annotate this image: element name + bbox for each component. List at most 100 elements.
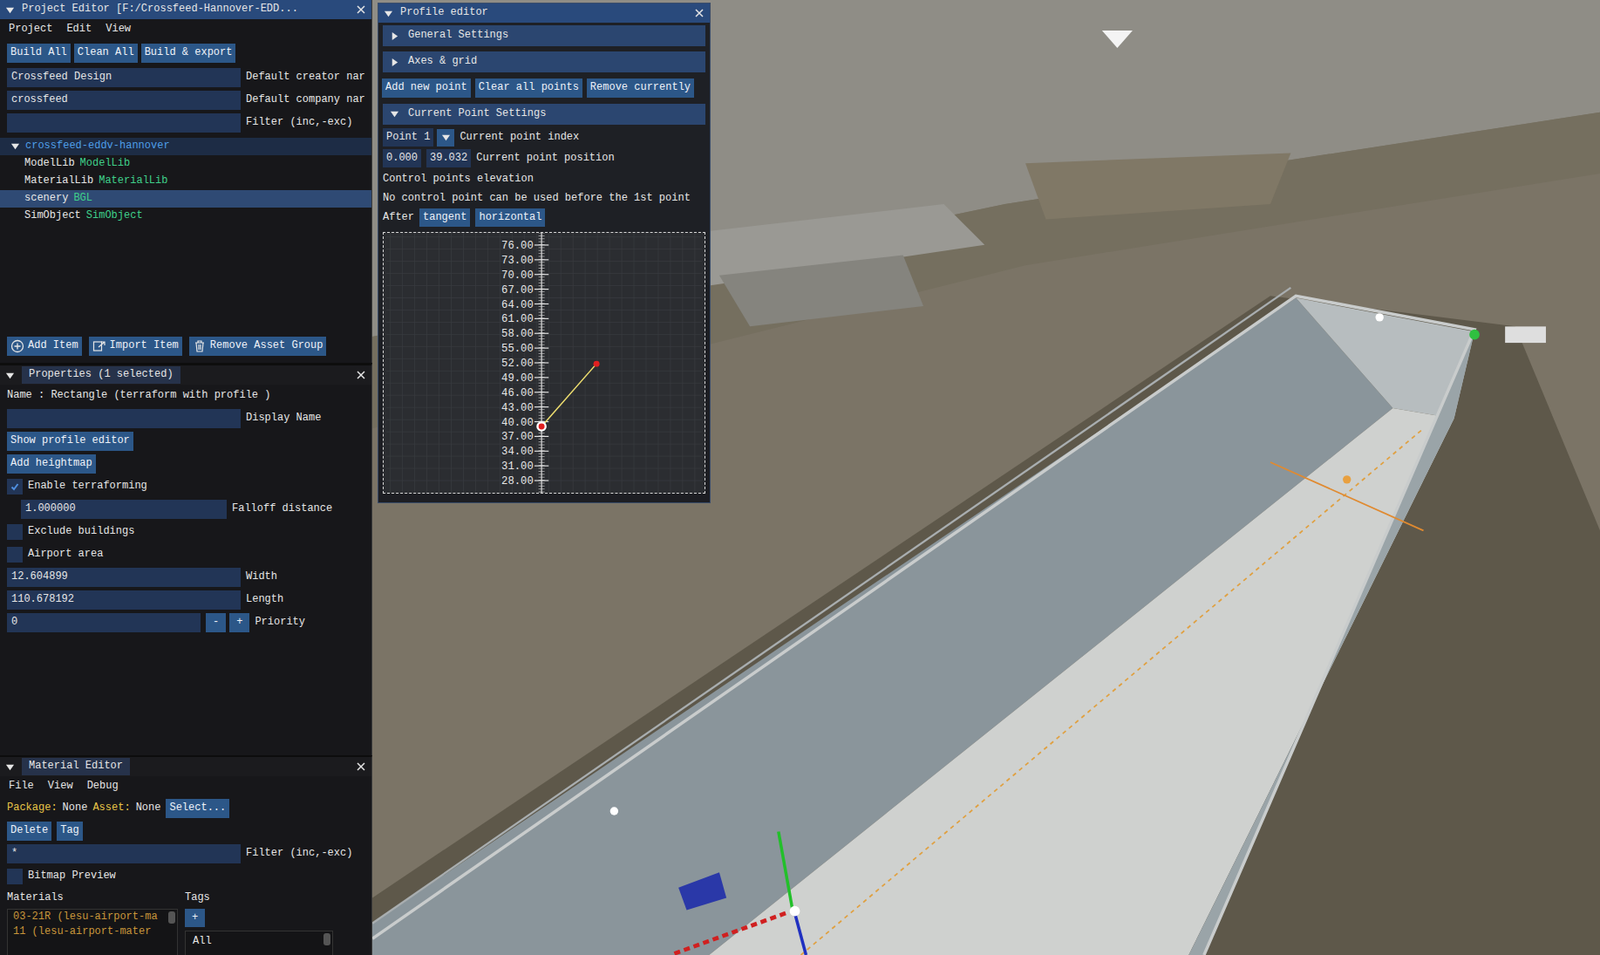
menu-item[interactable]: View xyxy=(47,779,74,794)
asset-action-button[interactable]: Import Item xyxy=(88,336,183,356)
text-field[interactable]: * xyxy=(6,844,241,864)
material-item[interactable]: 11 (lesu-airport-mater xyxy=(7,924,178,940)
grid-line xyxy=(499,232,501,493)
text-field[interactable]: Crossfeed Design xyxy=(6,68,241,88)
tag-item[interactable]: All xyxy=(185,931,333,953)
axis-tick xyxy=(538,326,545,327)
point-action-button[interactable]: Add new point xyxy=(381,78,471,98)
axis-tick xyxy=(538,476,545,477)
profile-editor[interactable]: Profile editorGeneral Settings Axes & gri… xyxy=(377,2,711,504)
grid-line xyxy=(645,232,647,493)
profile-chart[interactable]: 76.0073.0070.0067.0064.0061.0058.0055.00… xyxy=(382,231,706,494)
toolbar-button[interactable]: Build All xyxy=(6,43,71,63)
section-header[interactable]: Axes & grid xyxy=(382,51,706,73)
toolbar-button[interactable]: Build & export xyxy=(141,43,237,63)
asset-action-button[interactable]: Remove Asset Group xyxy=(189,336,327,356)
menu-item[interactable]: View xyxy=(105,22,131,37)
text-field[interactable]: 12.604899 xyxy=(6,567,241,587)
axis-tick xyxy=(538,437,545,439)
axis-major-tick xyxy=(534,244,549,246)
collapse-arrow-icon[interactable] xyxy=(5,5,15,15)
material-editor: Material EditorFileViewDebugPackage:None… xyxy=(0,755,373,955)
scrollbar-thumb[interactable] xyxy=(323,932,331,946)
expand-arrow-icon[interactable] xyxy=(389,57,400,68)
materials-column: Materials03-21R (lesu-airport-ma11 (lesu… xyxy=(6,887,178,955)
select-button[interactable]: Select... xyxy=(165,798,230,818)
menu-item[interactable]: Project xyxy=(8,22,53,37)
point-dropdown[interactable]: Point 1 xyxy=(382,128,455,148)
material-item[interactable]: 03-21R (lesu-airport-ma xyxy=(7,909,178,926)
menu-item[interactable]: Edit xyxy=(66,22,92,37)
expand-arrow-icon[interactable] xyxy=(389,31,400,41)
add-tag-button[interactable]: + xyxy=(184,908,205,928)
point-action-button[interactable]: Clear all points xyxy=(475,78,583,98)
tags-list[interactable]: All xyxy=(184,930,334,955)
tree-item[interactable]: MaterialLibMaterialLib xyxy=(0,172,372,191)
close-icon[interactable] xyxy=(355,4,367,15)
axis-tick xyxy=(538,334,545,336)
button[interactable]: Delete xyxy=(6,821,52,841)
collapse-arrow-icon[interactable] xyxy=(10,141,21,151)
tree-item[interactable]: sceneryBGL xyxy=(0,190,372,208)
collapse-arrow-icon[interactable] xyxy=(5,762,15,772)
asset-type: BGL xyxy=(73,191,93,206)
grid-line xyxy=(386,309,702,311)
position-x-field[interactable]: 0.000 xyxy=(382,149,422,169)
option-button[interactable]: horizontal xyxy=(475,208,545,228)
button[interactable]: Add heightmap xyxy=(6,454,96,474)
option-button[interactable]: tangent xyxy=(419,208,470,228)
point-action-button[interactable]: Remove currently xyxy=(586,78,695,98)
collapse-arrow-icon[interactable] xyxy=(383,8,394,19)
grid-line xyxy=(386,455,702,457)
heading-text: Control points elevation xyxy=(382,172,534,187)
section-header[interactable]: Current Point Settings xyxy=(382,103,706,125)
asset-action-button[interactable]: Add Item xyxy=(6,336,82,356)
tree-item[interactable]: ModelLibModelLib xyxy=(0,155,372,173)
menu-item[interactable]: File xyxy=(8,779,35,794)
control-point[interactable] xyxy=(593,360,600,367)
menu-item[interactable]: Debug xyxy=(87,779,119,794)
viewport-3d[interactable]: Profile editorGeneral Settings Axes & gri… xyxy=(372,0,1600,955)
text-field[interactable]: 110.678192 xyxy=(6,590,241,610)
button[interactable]: Show profile editor xyxy=(6,431,134,451)
dropdown-button[interactable] xyxy=(436,129,455,147)
package-row: Package:NoneAsset:NoneSelect... xyxy=(0,796,372,820)
button[interactable]: Tag xyxy=(56,821,83,841)
axis-tick xyxy=(538,461,545,463)
decrement-button[interactable]: - xyxy=(205,612,226,633)
scrollbar-thumb[interactable] xyxy=(168,911,176,924)
axis-tick xyxy=(538,232,545,234)
title-bar: Profile editor xyxy=(378,3,710,23)
section-header[interactable]: General Settings xyxy=(382,25,706,47)
checkbox[interactable] xyxy=(6,868,23,885)
checkbox[interactable] xyxy=(6,478,23,495)
axis-tick xyxy=(538,349,545,351)
chart-canvas[interactable]: 76.0073.0070.0067.0064.0061.0058.0055.00… xyxy=(383,232,705,493)
tree-root[interactable]: crossfeed-eddv-hannover xyxy=(0,137,372,156)
position-y-field[interactable]: 39.032 xyxy=(426,149,471,169)
close-icon[interactable] xyxy=(355,369,367,381)
collapse-arrow-icon[interactable] xyxy=(389,108,400,119)
checkbox[interactable] xyxy=(6,524,23,540)
profile-segment xyxy=(541,363,597,427)
close-icon[interactable] xyxy=(694,7,705,19)
text-field[interactable] xyxy=(6,408,241,429)
text-field[interactable]: crossfeed xyxy=(6,90,241,110)
column-header: Tags xyxy=(184,887,365,909)
axis-tick xyxy=(538,490,545,492)
number-field[interactable]: 0 xyxy=(6,612,201,633)
materials-list[interactable]: 03-21R (lesu-airport-ma11 (lesu-airport-… xyxy=(6,908,178,955)
tree-item[interactable]: SimObjectSimObject xyxy=(0,207,372,225)
checkbox[interactable] xyxy=(6,546,23,563)
close-icon[interactable] xyxy=(355,761,367,772)
increment-button[interactable]: + xyxy=(229,612,250,633)
collapse-arrow-icon[interactable] xyxy=(5,370,15,381)
control-point[interactable] xyxy=(536,421,547,432)
grid-line xyxy=(560,232,562,493)
text-field[interactable]: 1.000000 xyxy=(20,499,227,519)
toolbar-button[interactable]: Clean All xyxy=(74,43,138,63)
grid-line xyxy=(386,406,702,408)
grid-line xyxy=(389,232,391,493)
text-field[interactable] xyxy=(6,113,241,133)
grid-line xyxy=(386,272,702,274)
